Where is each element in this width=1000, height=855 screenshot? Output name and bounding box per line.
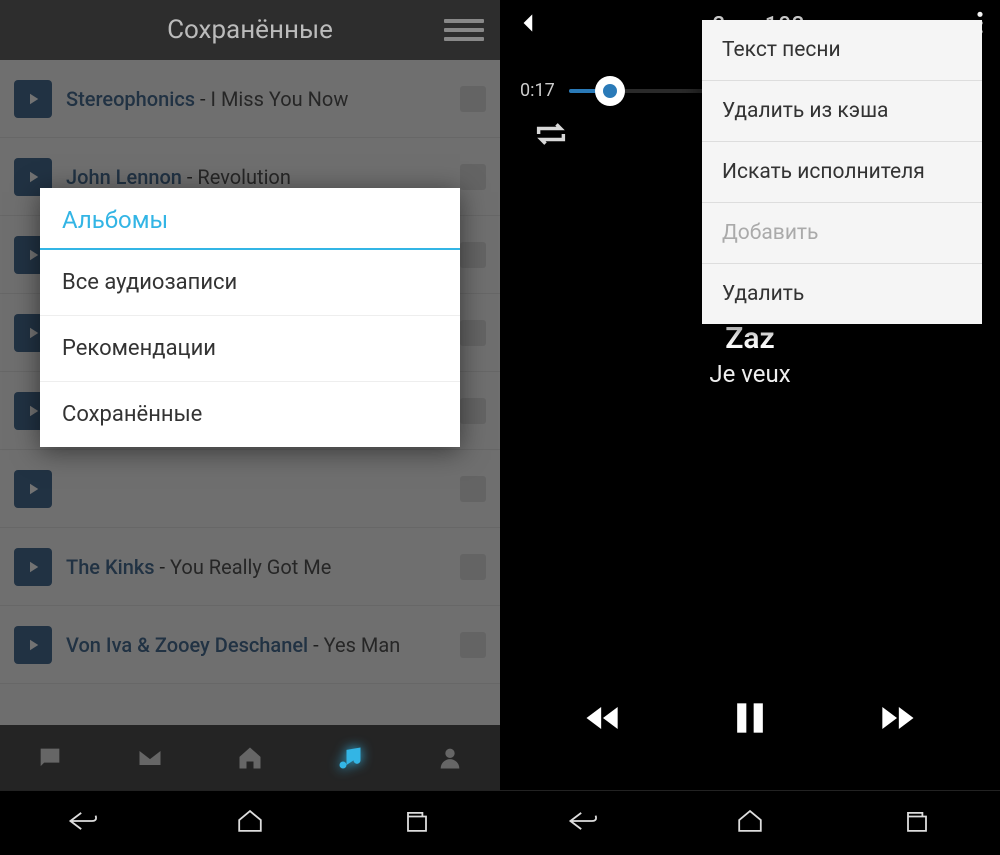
chat-icon[interactable] <box>34 742 66 774</box>
recent-icon[interactable] <box>399 806 435 840</box>
prev-button[interactable] <box>581 696 625 744</box>
seek-thumb[interactable] <box>595 76 625 106</box>
header-title: Сохранённые <box>167 15 333 45</box>
music-icon[interactable] <box>334 742 366 774</box>
home-icon[interactable] <box>234 742 266 774</box>
mail-icon[interactable] <box>134 742 166 774</box>
next-button[interactable] <box>875 696 919 744</box>
recent-icon[interactable] <box>899 806 935 840</box>
app-nav-bar <box>0 725 500 790</box>
menu-item-lyrics[interactable]: Текст песни <box>702 20 982 81</box>
song-title: Je veux <box>500 360 1000 388</box>
menu-item-add: Добавить <box>702 203 982 264</box>
menu-item-search-artist[interactable]: Искать исполнителя <box>702 142 982 203</box>
header: Сохранённые <box>0 0 500 60</box>
system-nav <box>0 790 500 855</box>
modal-item[interactable]: Сохранённые <box>40 382 460 447</box>
modal-title: Альбомы <box>40 188 460 250</box>
modal-item[interactable]: Все аудиозаписи <box>40 250 460 316</box>
menu-item-remove-cache[interactable]: Удалить из кэша <box>702 81 982 142</box>
home-sys-icon[interactable] <box>232 806 268 840</box>
phone-left: Сохранённые Stereophonics - I Miss You N… <box>0 0 500 855</box>
context-menu: Текст песни Удалить из кэша Искать испол… <box>702 20 982 324</box>
home-sys-icon[interactable] <box>732 806 768 840</box>
back-icon[interactable] <box>565 806 601 840</box>
song-artist: Zaz <box>500 321 1000 356</box>
system-nav <box>500 790 1000 855</box>
elapsed-time: 0:17 <box>520 80 555 101</box>
menu-item-delete[interactable]: Удалить <box>702 264 982 324</box>
back-icon[interactable] <box>65 806 101 840</box>
pause-button[interactable] <box>728 696 772 744</box>
now-playing: Zaz Je veux <box>500 321 1000 388</box>
hamburger-icon[interactable] <box>444 0 484 60</box>
albums-modal: Альбомы Все аудиозаписи Рекомендации Сох… <box>40 188 460 447</box>
back-arrow-icon[interactable] <box>516 10 542 40</box>
playback-controls <box>500 675 1000 765</box>
phone-right: 2 из 103 0:17 Zaz Je veux Текст песни Уд… <box>500 0 1000 855</box>
modal-item[interactable]: Рекомендации <box>40 316 460 382</box>
profile-icon[interactable] <box>434 742 466 774</box>
